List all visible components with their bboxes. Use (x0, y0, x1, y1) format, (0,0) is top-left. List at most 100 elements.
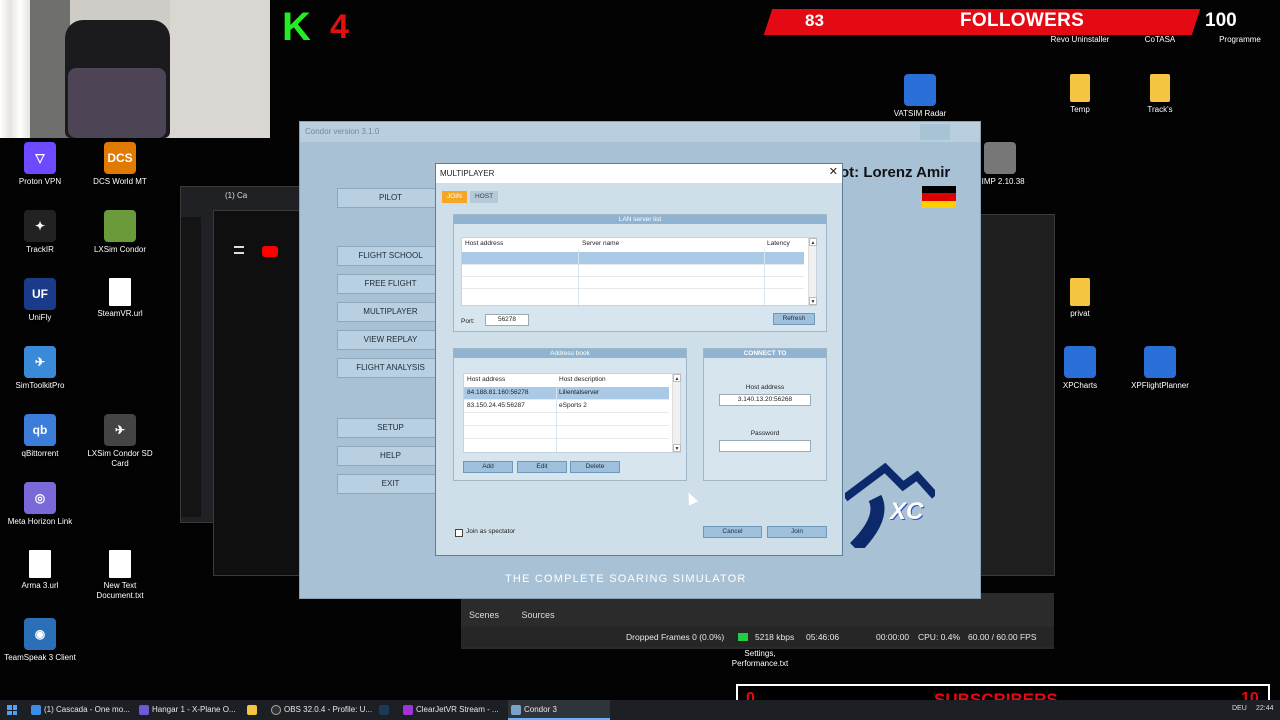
task-explorer[interactable] (244, 700, 260, 720)
join-button[interactable]: Join (767, 526, 827, 538)
desktop-icon[interactable]: ✦ TrackIR (0, 210, 80, 255)
menu-flight-school-button[interactable]: FLIGHT SCHOOL (337, 246, 444, 266)
tab-sources[interactable]: Sources (522, 606, 555, 624)
desktop-icon[interactable]: ▽ Proton VPN (0, 142, 80, 187)
col-latency[interactable]: Latency (767, 238, 790, 250)
address-desc[interactable]: eSports 2 (559, 400, 587, 412)
wall (170, 0, 270, 138)
desktop-icon[interactable]: DCS DCS World MT (80, 142, 160, 187)
menu-view-replay-button[interactable]: VIEW REPLAY (337, 330, 444, 350)
address-host[interactable]: 84.188.81.160:56278 (467, 387, 528, 399)
dialog-title: MULTIPLAYER (436, 164, 842, 183)
minimize-button[interactable] (920, 124, 950, 140)
task-steam[interactable] (376, 700, 392, 720)
trackir-icon: ✦ (24, 210, 56, 242)
task-xplane[interactable]: Hangar 1 - X-Plane O... (136, 700, 236, 720)
desktop-icon[interactable]: CoTASA (1120, 6, 1200, 45)
xc-badge: XC (890, 498, 924, 525)
desktop-icon[interactable]: LXSim Condor (80, 210, 160, 255)
desktop-icon[interactable]: UF UniFly (0, 278, 80, 323)
lan-server-list[interactable]: Host address Server name Latency ▲ ▼ (461, 237, 817, 306)
browser-sidebar (181, 217, 201, 517)
address-host[interactable]: 83.150.24.45:56287 (467, 400, 525, 412)
port-stepper[interactable]: 56278 (485, 314, 529, 326)
scrollbar[interactable]: ▲ ▼ (672, 374, 681, 452)
col-server-name[interactable]: Server name (582, 238, 619, 250)
scrollbar[interactable]: ▲ ▼ (808, 238, 817, 305)
menu-exit-button[interactable]: EXIT (337, 474, 444, 494)
connect-to-panel: CONNECT TO Host address 3.140.13.20:5626… (703, 348, 827, 481)
start-icon[interactable] (7, 705, 17, 715)
desktop-icon[interactable]: ✈ LXSim Condor SD Card (80, 414, 160, 469)
scroll-up-icon[interactable]: ▲ (809, 238, 817, 246)
browser-tab[interactable]: (1) Ca (225, 191, 247, 200)
multiplayer-dialog: MULTIPLAYER ✕ JOIN HOST LAN server list … (435, 163, 843, 556)
refresh-button[interactable]: Refresh (773, 313, 815, 325)
menu-pilot-button[interactable]: PILOT (337, 188, 444, 208)
xpflightplanner-icon (1144, 346, 1176, 378)
menu-free-flight-button[interactable]: FREE FLIGHT (337, 274, 444, 294)
programme-icon (1224, 6, 1256, 32)
youtube-logo-icon[interactable] (262, 246, 278, 257)
desktop-icon[interactable]: ◉ TeamSpeak 3 Client (0, 618, 80, 663)
task-clearjet[interactable]: ClearJetVR Stream - ... (400, 700, 499, 720)
host-address-label: Host address (745, 384, 785, 391)
task-obs[interactable]: OBS 32.0.4 - Profile: U... (268, 700, 372, 720)
tab-join[interactable]: JOIN (442, 191, 467, 203)
menu-help-button[interactable]: HELP (337, 446, 444, 466)
host-address-field[interactable]: 3.140.13.20:56268 (719, 394, 811, 406)
col-host-address[interactable]: Host address (465, 238, 503, 250)
close-icon[interactable]: ✕ (829, 165, 838, 178)
tab-host[interactable]: HOST (470, 191, 499, 203)
close-button[interactable] (952, 124, 982, 140)
menu-multiplayer-button[interactable]: MULTIPLAYER (337, 302, 444, 322)
taskbar: (1) Cascada - One mo... Hangar 1 - X-Pla… (0, 700, 1280, 720)
scroll-down-icon[interactable]: ▼ (673, 444, 681, 452)
lxsim-condor-icon (104, 210, 136, 242)
language-indicator[interactable]: DEU (1232, 705, 1247, 712)
desktop-icon[interactable]: Revo Uninstaller (1040, 6, 1120, 45)
col-host-address[interactable]: Host address (467, 374, 505, 386)
desktop-icon[interactable]: Programme (1200, 6, 1280, 45)
scroll-down-icon[interactable]: ▼ (809, 297, 817, 305)
password-field[interactable] (719, 440, 811, 452)
menu-flight-analysis-button[interactable]: FLIGHT ANALYSIS (337, 358, 444, 378)
desktop-icon[interactable]: VATSIM Radar (880, 74, 960, 119)
desktop-icon[interactable]: New Text Document.txt (80, 550, 160, 601)
desktop-icon-label: LXSim Condor SD Card (87, 449, 153, 468)
spectator-label[interactable]: Join as spectator (466, 528, 515, 535)
hamburger-menu-icon[interactable] (234, 246, 244, 254)
task-chrome[interactable]: (1) Cascada - One mo... (28, 700, 130, 720)
desktop-icon[interactable]: XPFlightPlanner (1120, 346, 1200, 391)
task-condor[interactable]: Condor 3 (508, 700, 610, 720)
desktop-icon[interactable]: qb qBittorrent (0, 414, 80, 459)
desktop-icon[interactable]: Arma 3.url (0, 550, 80, 591)
address-book-list[interactable]: Host address Host description 84.188.81.… (463, 373, 681, 453)
youtube-window[interactable] (213, 210, 303, 576)
menu-setup-button[interactable]: SETUP (337, 418, 444, 438)
pilot-name: ot: Lorenz Amir (840, 164, 951, 181)
desktop-icon-label: New Text Document.txt (96, 581, 144, 600)
clock[interactable]: 22:44 (1256, 705, 1274, 712)
spectator-checkbox[interactable] (455, 529, 463, 537)
address-desc[interactable]: Lilientalserver (559, 387, 599, 399)
desktop-icon[interactable]: SteamVR.url (80, 278, 160, 319)
tab-scenes[interactable]: Scenes (469, 606, 499, 624)
text-document-icon (109, 550, 131, 578)
desktop-icon[interactable]: Temp (1040, 74, 1120, 115)
condor-titlebar: Condor version 3.1.0 (300, 122, 980, 142)
chair-cushion (68, 68, 166, 138)
obs-window[interactable] (975, 214, 1055, 576)
webcam-feed (0, 0, 270, 138)
edit-button[interactable]: Edit (517, 461, 567, 473)
desktop-icon-label: Settings, Performance.txt (731, 649, 789, 668)
desktop-icon[interactable]: ✈ SimToolkitPro (0, 346, 80, 391)
delete-button[interactable]: Delete (570, 461, 620, 473)
list-row-selected[interactable] (462, 252, 804, 264)
col-host-description[interactable]: Host description (559, 374, 606, 386)
desktop-icon[interactable]: Track's (1120, 74, 1200, 115)
cancel-button[interactable]: Cancel (703, 526, 762, 538)
scroll-up-icon[interactable]: ▲ (673, 374, 681, 382)
add-button[interactable]: Add (463, 461, 513, 473)
desktop-icon[interactable]: ◎ Meta Horizon Link (0, 482, 80, 527)
